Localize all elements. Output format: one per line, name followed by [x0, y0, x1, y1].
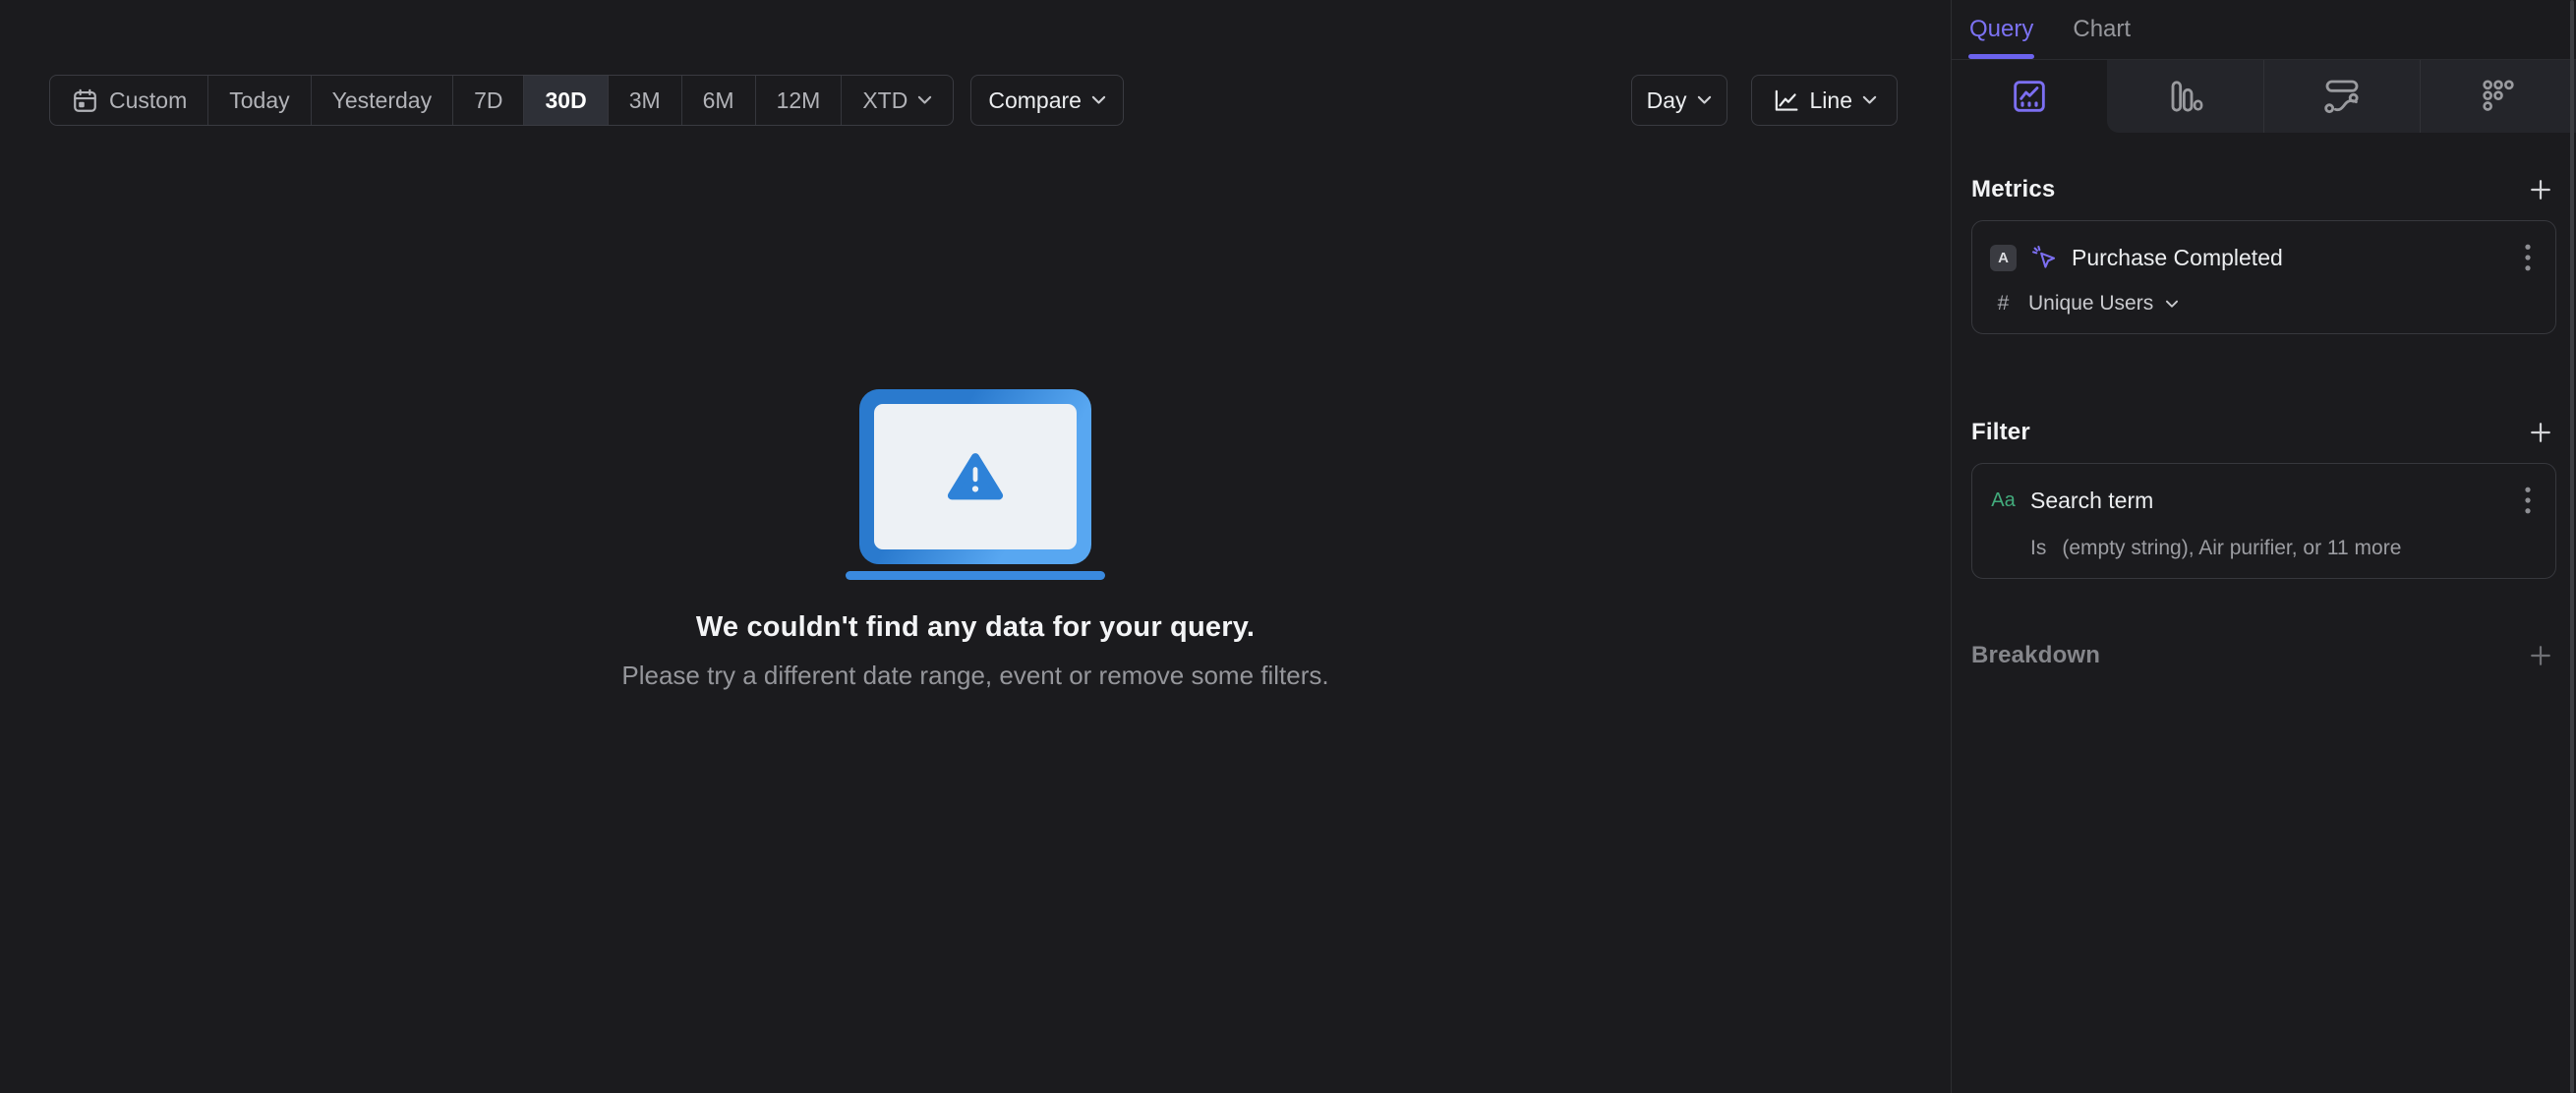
metric-event-name[interactable]: Purchase Completed	[2072, 245, 2283, 271]
empty-state: We couldn't find any data for your query…	[0, 389, 1951, 691]
tab-chart[interactable]: Chart	[2073, 0, 2131, 59]
insights-report-page: Custom Today Yesterday 7D 30D 3M 6M 12M …	[0, 0, 2576, 1093]
filter-values-summary[interactable]: (empty string), Air purifier, or 11 more	[2062, 537, 2401, 560]
query-builder-sidebar: Query Chart Metrics A Purchase Completed…	[1951, 0, 2576, 1093]
chart-toolbar: Custom Today Yesterday 7D 30D 3M 6M 12M …	[49, 75, 1898, 126]
sidebar-tab-bar: Query Chart	[1952, 0, 2576, 59]
add-breakdown-button[interactable]	[2525, 640, 2556, 671]
chart-type-dropdown[interactable]: Line	[1750, 75, 1898, 126]
date-range-12m-button[interactable]: 12M	[756, 76, 843, 125]
chevron-down-icon	[2166, 300, 2179, 308]
metric-options-menu-button[interactable]	[2518, 239, 2538, 276]
bar-chart-icon	[2171, 81, 2203, 112]
add-metric-button[interactable]	[2525, 174, 2556, 205]
date-range-segmented-control: Custom Today Yesterday 7D 30D 3M 6M 12M …	[49, 75, 955, 126]
date-range-7d-button[interactable]: 7D	[453, 76, 525, 125]
filter-operator[interactable]: Is	[2030, 537, 2046, 560]
filter-options-menu-button[interactable]	[2518, 482, 2538, 519]
filter-card: Aa Search term Is (empty string), Air pu…	[1971, 463, 2556, 579]
filter-property-row: Aa Search term	[1990, 482, 2538, 519]
filter-condition-row: Is (empty string), Air purifier, or 11 m…	[1990, 537, 2538, 560]
tab-insights[interactable]	[1952, 60, 2107, 133]
breakdown-section-header: Breakdown	[1971, 640, 2556, 671]
text-property-type-icon: Aa	[1991, 489, 2016, 511]
date-range-xtd-dropdown[interactable]: XTD	[842, 76, 953, 125]
kebab-menu-icon	[2525, 487, 2531, 514]
metrics-title: Metrics	[1971, 176, 2056, 202]
date-range-yesterday-button[interactable]: Yesterday	[312, 76, 454, 125]
query-sections: Metrics A Purchase Completed # Unique Us…	[1952, 174, 2576, 671]
plus-icon	[2531, 180, 2550, 200]
filter-property-name[interactable]: Search term	[2030, 488, 2153, 514]
filter-title: Filter	[1971, 419, 2030, 445]
date-range-6m-button[interactable]: 6M	[682, 76, 756, 125]
compare-button[interactable]: Compare	[970, 75, 1124, 126]
date-range-3m-button[interactable]: 3M	[609, 76, 682, 125]
chevron-down-icon	[1862, 95, 1877, 104]
kebab-menu-icon	[2525, 244, 2531, 271]
retention-dots-icon	[2483, 80, 2514, 111]
date-range-today-button[interactable]: Today	[208, 76, 312, 125]
add-filter-button[interactable]	[2525, 417, 2556, 448]
metric-card: A Purchase Completed # Unique Users	[1971, 220, 2556, 334]
tab-flows[interactable]	[2262, 60, 2420, 133]
main-chart-area: Custom Today Yesterday 7D 30D 3M 6M 12M …	[0, 0, 1951, 1093]
chevron-down-icon	[918, 95, 932, 104]
report-type-tab-bar	[1952, 59, 2576, 133]
warning-triangle-icon	[947, 453, 1004, 500]
line-chart-icon	[1775, 89, 1797, 111]
tab-retention[interactable]	[2419, 60, 2576, 133]
laptop-screen	[874, 404, 1077, 549]
event-cursor-icon	[2031, 245, 2056, 268]
empty-state-title: We couldn't find any data for your query…	[695, 611, 1256, 643]
metric-aggregation-dropdown[interactable]: # Unique Users	[1990, 292, 2538, 316]
breakdown-title: Breakdown	[1971, 642, 2101, 668]
flows-icon	[2323, 80, 2359, 114]
sidebar-scrollbar[interactable]	[2570, 0, 2574, 1093]
date-range-30d-button[interactable]: 30D	[524, 76, 609, 125]
granularity-dropdown[interactable]: Day	[1630, 75, 1727, 126]
calendar-icon	[74, 88, 96, 112]
metric-letter-badge: A	[1990, 244, 2017, 271]
metric-event-row: A Purchase Completed	[1990, 239, 2538, 276]
number-type-icon: #	[1997, 292, 2010, 315]
tab-query[interactable]: Query	[1967, 0, 2035, 59]
laptop-base	[846, 571, 1105, 580]
empty-state-subtitle: Please try a different date range, event…	[621, 661, 1329, 690]
tab-funnels[interactable]	[2107, 60, 2263, 133]
filter-section-header: Filter	[1971, 417, 2556, 448]
plus-icon	[2531, 646, 2550, 665]
laptop-warning-illustration	[859, 389, 1091, 564]
metric-aggregation-label: Unique Users	[2028, 292, 2154, 315]
chevron-down-icon	[1091, 95, 1106, 104]
metrics-section-header: Metrics	[1971, 174, 2556, 205]
date-range-custom-button[interactable]: Custom	[50, 76, 209, 125]
date-range-label: Custom	[109, 86, 188, 113]
insights-chart-icon	[2014, 81, 2045, 112]
chevron-down-icon	[1697, 95, 1711, 104]
plus-icon	[2531, 423, 2550, 442]
